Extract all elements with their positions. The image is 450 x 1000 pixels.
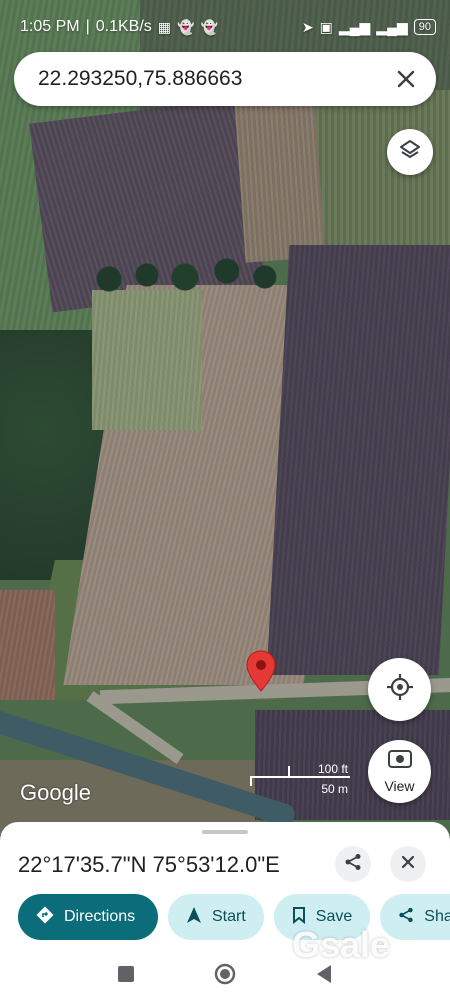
map-field [0, 590, 55, 700]
drag-handle[interactable] [202, 830, 248, 834]
share-chip-button[interactable]: Share [380, 894, 450, 940]
share-icon [344, 853, 362, 876]
layers-button[interactable] [387, 129, 433, 175]
map-field [234, 97, 326, 263]
close-icon [401, 855, 415, 874]
layers-icon [398, 138, 422, 167]
start-label: Start [212, 908, 246, 925]
scale-ft-label: 100 ft [317, 762, 348, 776]
notification-icon: ▦ [157, 18, 172, 35]
map-field [266, 245, 450, 675]
search-input[interactable]: 22.293250,75.886663 [38, 67, 392, 91]
location-arrow-icon: ➤ [301, 18, 314, 35]
tree-line [90, 255, 280, 295]
street-view-icon [387, 749, 413, 776]
status-time: 1:05 PM [20, 18, 80, 35]
close-sheet-button[interactable] [390, 846, 426, 882]
signal-icon: ▂▄▆ [338, 18, 371, 35]
navigation-arrow-icon [186, 906, 202, 929]
back-button[interactable] [315, 964, 333, 989]
directions-button[interactable]: Directions [18, 894, 158, 940]
snapchat-icon: 👻 [200, 18, 218, 35]
start-button[interactable]: Start [168, 894, 264, 940]
close-icon[interactable] [392, 65, 420, 93]
battery-icon: 90 [413, 19, 436, 35]
map-scale: 100 ft 50 m [250, 762, 350, 798]
map-field [92, 290, 202, 430]
share-button[interactable] [335, 846, 371, 882]
view-label: View [384, 778, 415, 794]
status-bar: 1:05 PM | 0.1KB/s ▦ 👻 👻 ➤ ▣ ▂▄▆ ▂▄▆ 90 [0, 0, 450, 54]
search-bar[interactable]: 22.293250,75.886663 [14, 52, 436, 106]
crosshair-icon [386, 673, 414, 706]
snapchat-icon: 👻 [177, 18, 195, 35]
place-coordinates: 22°17'35.7"N 75°53'12.0"E [18, 852, 280, 877]
volte-icon: ▣ [319, 18, 333, 35]
google-logo: Google [20, 780, 91, 805]
share-label: Share [424, 908, 450, 925]
system-nav-bar [0, 952, 450, 1000]
recents-button[interactable] [117, 965, 135, 988]
signal-icon: ▂▄▆ [376, 18, 408, 35]
location-pin-icon[interactable] [246, 650, 276, 692]
status-speed: 0.1KB/s [95, 18, 152, 35]
home-button[interactable] [213, 962, 237, 991]
map-field [310, 90, 450, 250]
my-location-button[interactable] [368, 658, 431, 721]
share-icon [398, 907, 414, 928]
directions-label: Directions [64, 908, 136, 925]
view-button[interactable]: View [368, 740, 431, 803]
scale-m-label: 50 m [321, 782, 348, 796]
directions-icon [36, 906, 54, 929]
